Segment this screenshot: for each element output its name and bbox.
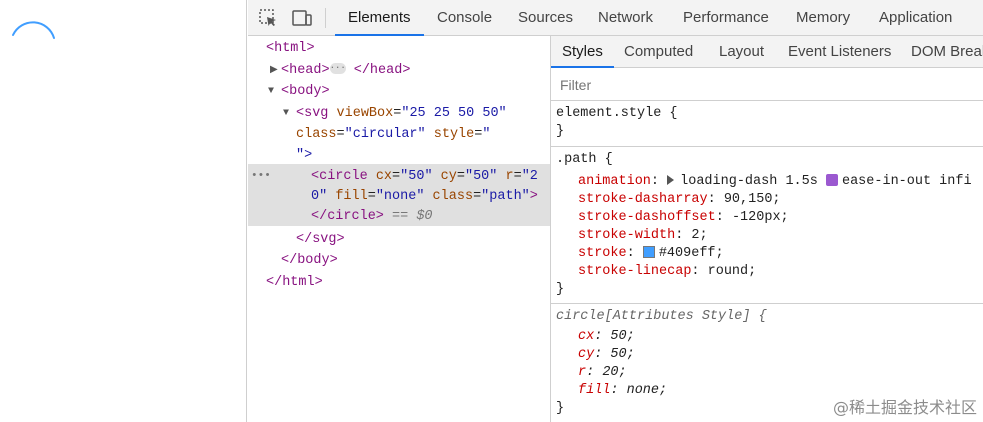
dom-node-html-close[interactable]: </html> — [266, 272, 323, 294]
inspect-element-icon[interactable] — [257, 7, 279, 29]
rule-prop-stroke[interactable]: stroke: #409eff; — [578, 245, 724, 263]
tab-event-listeners[interactable]: Event Listeners — [788, 36, 891, 68]
styles-sub-tabs: Styles Computed Layout Event Listeners D… — [551, 36, 983, 68]
rule-prop-r: r: 20; — [578, 365, 627, 380]
dom-node-circle[interactable]: <circle cx="50" cy="50" r="2 — [311, 166, 538, 188]
collapsed-ellipsis-icon[interactable]: ··· — [329, 62, 346, 74]
device-toolbar-icon[interactable] — [291, 7, 313, 29]
rule-selector[interactable]: element.style { — [556, 105, 678, 123]
rule-close-brace: } — [556, 401, 565, 416]
selected-marker: == $0 — [392, 209, 433, 224]
collapse-triangle-icon[interactable]: ▼ — [283, 108, 289, 119]
tab-memory[interactable]: Memory — [796, 0, 850, 36]
color-swatch-icon[interactable] — [642, 246, 655, 258]
dom-node-body-close[interactable]: </body> — [281, 250, 338, 272]
rule-prop-cx: cx: 50; — [578, 329, 635, 344]
rule-prop-stroke-dasharray[interactable]: stroke-dasharray: 90,150; — [578, 191, 781, 209]
devtools-main-toolbar: Elements Console Sources Network Perform… — [248, 0, 983, 36]
watermark: @稀土掘金技术社区 — [832, 398, 977, 417]
tab-styles[interactable]: Styles — [551, 36, 614, 68]
rule-prop-stroke-width[interactable]: stroke-width: 2; — [578, 227, 708, 245]
loading-spinner-icon — [12, 21, 55, 39]
rule-selector: circle[Attributes Style] { — [556, 309, 767, 324]
dom-node-html[interactable]: <html> — [266, 38, 315, 60]
rule-path: .path { animation: loading-dash 1.5s eas… — [551, 148, 983, 304]
rule-selector[interactable]: .path { — [556, 151, 613, 169]
tab-network[interactable]: Network — [598, 0, 653, 36]
dom-node-svg[interactable]: <svg viewBox="25 25 50 50" — [296, 103, 507, 125]
tab-elements[interactable]: Elements — [335, 0, 424, 36]
rule-element-style: element.style { } — [551, 102, 983, 147]
page-viewport — [0, 0, 247, 422]
tab-console[interactable]: Console — [437, 0, 492, 36]
easing-editor-icon[interactable] — [825, 174, 838, 186]
dom-node-circle-close: </circle> == $0 — [311, 209, 433, 224]
expand-triangle-icon[interactable]: ▶ — [270, 64, 278, 76]
tab-application[interactable]: Application — [879, 0, 952, 36]
dom-tree: <html> ▶ <head>··· </head> ▼ <body> ▼ <s… — [248, 36, 550, 422]
rule-prop-stroke-linecap[interactable]: stroke-linecap: round; — [578, 263, 756, 281]
rule-prop-cy: cy: 50; — [578, 347, 635, 362]
filter-input[interactable] — [560, 77, 860, 93]
tab-layout[interactable]: Layout — [719, 36, 764, 68]
dom-node-body[interactable]: <body> — [281, 81, 330, 103]
styles-sidebar: Styles Computed Layout Event Listeners D… — [550, 36, 983, 422]
devtools-panel: Elements Console Sources Network Perform… — [248, 0, 983, 422]
collapse-triangle-icon[interactable]: ▼ — [268, 86, 274, 97]
dom-node-svg-line3: "> — [296, 148, 313, 163]
dom-node-circle-line2: 0" fill="none" class="path"> — [311, 189, 538, 204]
node-actions-icon[interactable]: ••• — [251, 165, 271, 187]
tab-sources[interactable]: Sources — [518, 0, 573, 36]
rule-prop-animation[interactable]: animation: loading-dash 1.5s ease-in-out… — [578, 173, 972, 191]
tab-computed[interactable]: Computed — [624, 36, 693, 68]
dom-node-head[interactable]: <head>··· </head> — [281, 60, 410, 82]
tab-dom-breakpoints[interactable]: DOM Breal — [911, 36, 983, 68]
tab-performance[interactable]: Performance — [683, 0, 769, 36]
expand-triangle-icon[interactable] — [667, 175, 675, 185]
rule-prop-fill: fill: none; — [578, 383, 668, 398]
rule-close-brace: } — [556, 124, 565, 139]
dom-node-svg-close[interactable]: </svg> — [296, 229, 345, 251]
styles-filter-bar — [551, 69, 983, 101]
rule-prop-stroke-dashoffset[interactable]: stroke-dashoffset: -120px; — [578, 209, 789, 227]
dom-node-svg-line2: class="circular" style=" — [296, 127, 491, 142]
rule-close-brace: } — [556, 282, 565, 297]
toolbar-separator — [325, 8, 326, 28]
